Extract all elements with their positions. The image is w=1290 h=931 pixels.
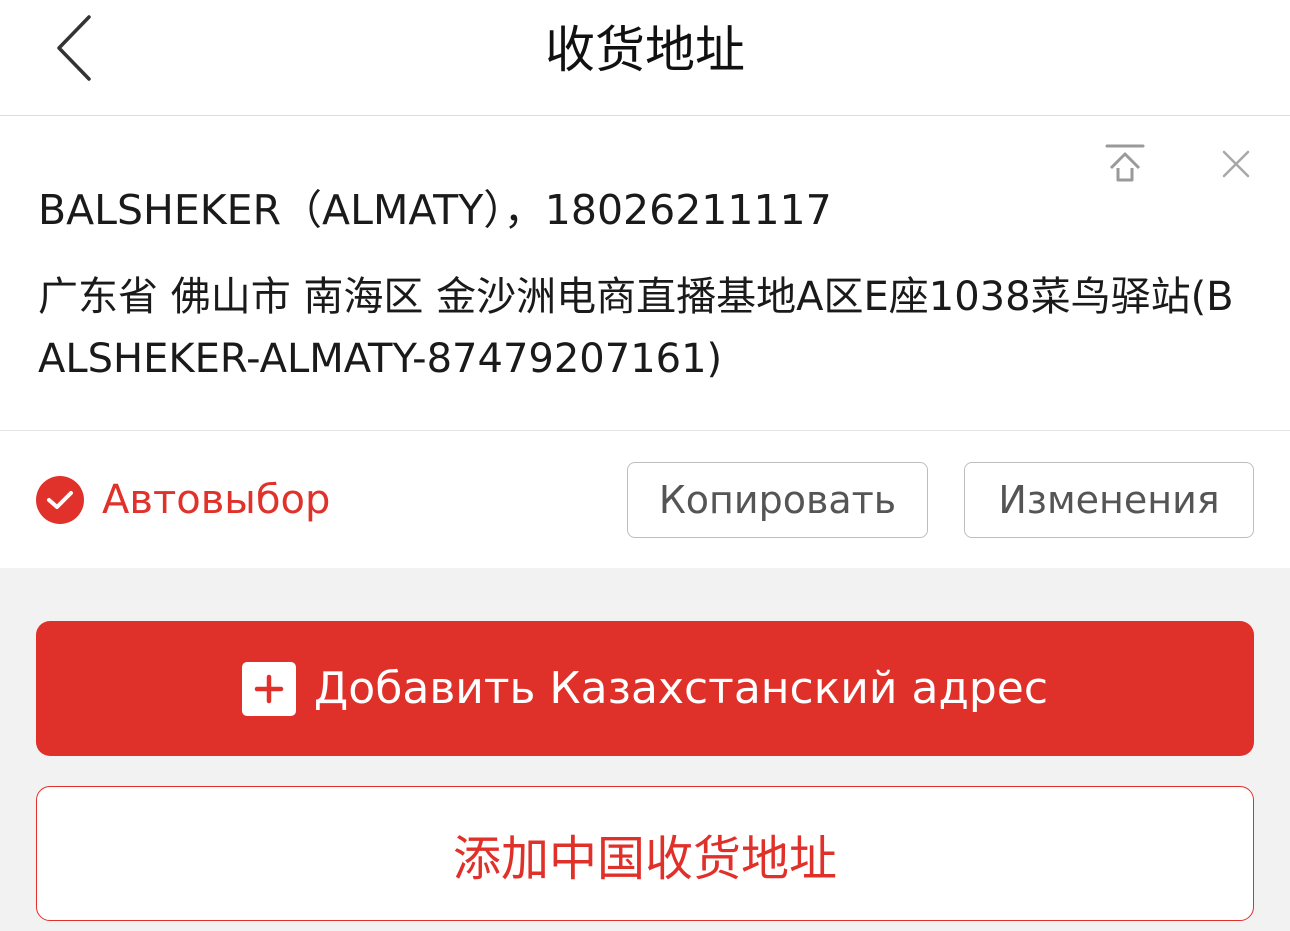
add-china-address-button[interactable]: 添加中国收货地址 [36,786,1254,921]
divider [0,430,1290,431]
add-kazakhstan-address-label: Добавить Казахстанский адрес [313,662,1049,714]
pin-to-top-icon [1103,142,1147,188]
plus-icon [241,661,296,716]
auto-select-label: Автовыбор [102,477,331,523]
add-kazakhstan-address-button[interactable]: Добавить Казахстанский адрес [36,621,1254,756]
recipient-contact: BALSHEKER（ALMATY），18026211117 [38,186,832,234]
recipient-address: 广东省 佛山市 南海区 金沙洲电商直播基地A区E座1038菜鸟驿站(BALSHE… [38,274,1234,382]
pin-to-top-button[interactable] [1100,140,1150,190]
navigation-bar: 收货地址 [0,0,1290,116]
page-title: 收货地址 [545,21,745,79]
delete-address-button[interactable] [1214,144,1258,188]
address-card[interactable]: BALSHEKER（ALMATY），18026211117 广东省 佛山市 南海… [0,116,1290,568]
copy-button[interactable]: Копировать [627,462,928,538]
close-icon [1222,150,1250,182]
checkmark-circle-icon [36,476,84,524]
auto-select-toggle[interactable]: Автовыбор [36,472,330,528]
edit-button[interactable]: Изменения [964,462,1254,538]
